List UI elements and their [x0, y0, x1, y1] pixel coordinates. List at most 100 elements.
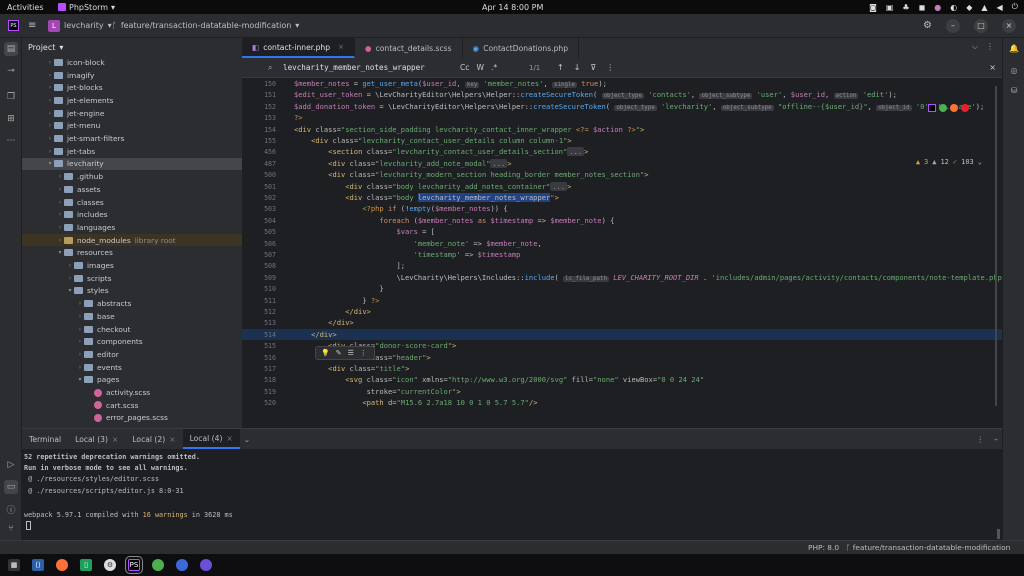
- line-number[interactable]: 508: [242, 262, 276, 270]
- firefox-icon[interactable]: [950, 104, 958, 112]
- chevron-down-icon[interactable]: ▾: [56, 249, 64, 256]
- line-number[interactable]: 507: [242, 251, 276, 259]
- tree-folder[interactable]: ▾ resources: [22, 247, 242, 260]
- search-icon[interactable]: ⌕: [268, 63, 272, 73]
- chevron-right-icon[interactable]: ›: [56, 224, 64, 231]
- app-icon[interactable]: [176, 559, 188, 571]
- line-number[interactable]: 518: [242, 376, 276, 384]
- line-number[interactable]: 520: [242, 399, 276, 407]
- tree-folder[interactable]: ▾ levcharity: [22, 157, 242, 171]
- network-icon[interactable]: ▲: [981, 3, 987, 12]
- files-icon[interactable]: ▯: [80, 559, 92, 571]
- tray-app-icon-4[interactable]: ◐: [950, 3, 957, 12]
- tree-folder[interactable]: › languages: [22, 221, 242, 234]
- run-icon[interactable]: ▷: [4, 458, 18, 472]
- activities-button[interactable]: Activities: [7, 3, 44, 12]
- chevron-right-icon[interactable]: ›: [76, 326, 84, 333]
- more-icon[interactable]: ⋮: [606, 63, 614, 72]
- chevron-right-icon[interactable]: ›: [46, 135, 54, 142]
- line-number[interactable]: 502: [242, 194, 276, 202]
- line-number[interactable]: 510: [242, 285, 276, 293]
- line-number[interactable]: 500: [242, 171, 276, 179]
- tree-folder[interactable]: › jet-menu: [22, 120, 242, 133]
- code-editor[interactable]: 150 $member_notes = get_user_meta($user_i…: [242, 78, 1002, 428]
- previous-occurrence-icon[interactable]: ↑: [557, 63, 564, 72]
- tray-app-icon-5[interactable]: ◆: [966, 3, 972, 12]
- commit-icon[interactable]: ⊸: [4, 64, 18, 78]
- show-apps-icon[interactable]: ▦: [8, 559, 20, 571]
- tab-contact-details-scss[interactable]: ● contact_details.scss: [355, 38, 463, 58]
- project-switcher[interactable]: L levcharity ▾: [48, 19, 112, 32]
- chevron-right-icon[interactable]: ›: [56, 211, 64, 218]
- database-icon[interactable]: ⛁: [1008, 84, 1020, 96]
- tree-folder[interactable]: › assets: [22, 183, 242, 196]
- chevron-right-icon[interactable]: ›: [46, 148, 54, 155]
- line-number[interactable]: 487: [242, 160, 276, 168]
- tree-folder[interactable]: › imagify: [22, 69, 242, 82]
- avatar-icon[interactable]: ●: [934, 3, 941, 12]
- search-input[interactable]: levcharity_member_notes_wrapper: [283, 63, 425, 72]
- project-folder-icon[interactable]: ▤: [4, 42, 18, 56]
- minimize-button[interactable]: –: [946, 18, 960, 33]
- tree-folder[interactable]: › .github: [22, 170, 242, 183]
- line-number[interactable]: 514: [242, 331, 276, 339]
- line-number[interactable]: 511: [242, 297, 276, 305]
- tree-folder[interactable]: › base: [22, 310, 242, 323]
- terminal-tab-local-4[interactable]: Local (4) ×: [182, 429, 240, 449]
- maximize-button[interactable]: □: [974, 18, 988, 33]
- line-number[interactable]: 153: [242, 114, 276, 122]
- chevron-right-icon[interactable]: ›: [76, 364, 84, 371]
- chevron-right-icon[interactable]: ›: [46, 59, 54, 66]
- tree-folder[interactable]: › jet-tabs: [22, 145, 242, 158]
- line-number[interactable]: 155: [242, 137, 276, 145]
- chevron-right-icon[interactable]: ›: [46, 97, 54, 104]
- reformat-icon[interactable]: ☰: [348, 349, 354, 357]
- close-tab-icon[interactable]: ×: [226, 434, 232, 443]
- tree-folder[interactable]: › editor: [22, 348, 242, 361]
- branch-switcher[interactable]: ᚴ feature/transaction-datatable-modifica…: [112, 21, 299, 30]
- chevron-right-icon[interactable]: ›: [46, 72, 54, 79]
- clock[interactable]: Apr 14 8:00 PM: [482, 3, 543, 12]
- hide-panel-icon[interactable]: –: [994, 435, 998, 444]
- tab-contact-inner-php[interactable]: ◧ contact-inner.php ×: [242, 38, 355, 58]
- tree-folder[interactable]: › jet-elements: [22, 94, 242, 107]
- tray-app-icon[interactable]: ▣: [886, 3, 894, 12]
- phpstorm-preview-icon[interactable]: [928, 104, 936, 112]
- close-tab-icon[interactable]: ×: [112, 435, 118, 444]
- chevron-down-icon[interactable]: ▾: [66, 287, 74, 294]
- phpstorm-logo-icon[interactable]: PS: [8, 20, 19, 31]
- chevron-right-icon[interactable]: ›: [46, 84, 54, 91]
- tree-folder[interactable]: › includes: [22, 208, 242, 221]
- terminal-options-icon[interactable]: ⋮: [976, 435, 984, 444]
- editor-scrollbar[interactable]: [995, 86, 997, 406]
- close-tab-icon[interactable]: ×: [169, 435, 175, 444]
- tree-folder[interactable]: › node_modules library root: [22, 233, 242, 247]
- line-number[interactable]: 154: [242, 126, 276, 134]
- line-number[interactable]: 501: [242, 183, 276, 191]
- chevron-right-icon[interactable]: ›: [76, 351, 84, 358]
- tree-folder[interactable]: › scripts: [22, 272, 242, 285]
- chevron-right-icon[interactable]: ›: [56, 173, 64, 180]
- more-icon[interactable]: ⋮: [986, 42, 994, 52]
- tree-file[interactable]: error_pages.scss: [22, 412, 242, 425]
- tree-folder[interactable]: › jet-engine: [22, 107, 242, 120]
- tree-folder[interactable]: › components: [22, 335, 242, 348]
- tree-file[interactable]: activity.scss: [22, 386, 242, 399]
- vscode-icon[interactable]: ⟨⟩: [32, 559, 44, 571]
- chevron-right-icon[interactable]: ›: [46, 110, 54, 117]
- terminal-scrollbar[interactable]: [997, 529, 1000, 539]
- line-number[interactable]: 517: [242, 365, 276, 373]
- match-case-toggle[interactable]: Cc: [460, 63, 469, 72]
- more-tools-icon[interactable]: ⋯: [4, 134, 18, 148]
- bookmarks-icon[interactable]: ❐: [4, 90, 18, 104]
- notifications-icon[interactable]: 🔔: [1008, 42, 1020, 54]
- opera-icon[interactable]: [961, 104, 969, 112]
- php-version[interactable]: PHP: 8.0: [808, 543, 839, 552]
- chevron-right-icon[interactable]: ›: [76, 300, 84, 307]
- inspection-widget[interactable]: ▲ 3 ▲ 12 ✓ 103 ⌄: [916, 158, 982, 166]
- filter-icon[interactable]: ⊽: [590, 63, 596, 72]
- terminal-icon[interactable]: ▭: [4, 480, 18, 494]
- chevron-right-icon[interactable]: ›: [56, 186, 64, 193]
- chrome-icon[interactable]: [939, 104, 947, 112]
- chevron-right-icon[interactable]: ›: [76, 313, 84, 320]
